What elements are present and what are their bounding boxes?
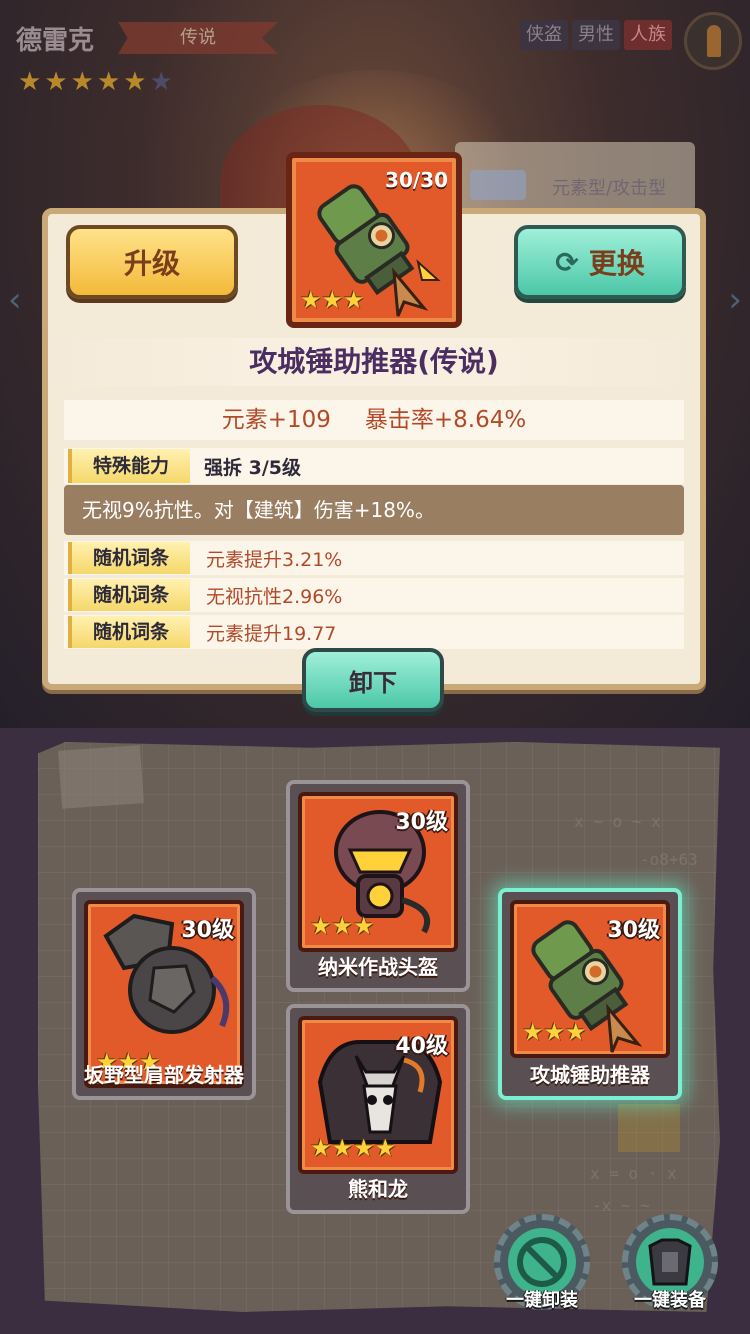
hero-rarity-ribbon: 传说 xyxy=(118,22,278,54)
equipment-card: 30级 ★ ★ ★ xyxy=(510,900,670,1058)
equipment-level: 40级 xyxy=(395,1034,448,1059)
special-ability-name: 强拆 3/5级 xyxy=(204,456,301,479)
random-affix-text: 元素提升19.77 xyxy=(206,622,337,645)
scribble-text: x = o · x xyxy=(590,1164,677,1183)
equipment-name: 攻城锤助推器 xyxy=(530,1063,650,1087)
random-affix-badge: 随机词条 xyxy=(68,616,190,648)
star-icon: ★ xyxy=(310,912,332,940)
item-title: 攻城锤助推器(传说) xyxy=(48,338,700,386)
refresh-icon: ⟳ xyxy=(555,245,579,279)
random-affix-text: 元素提升3.21% xyxy=(206,548,343,571)
prev-hero-arrow-icon[interactable]: ‹ xyxy=(8,280,22,320)
equip-all-label: 一键装备 xyxy=(634,1290,706,1311)
base-stats: 元素+109 暴击率+8.64% xyxy=(64,400,684,440)
equipment-star-rating: ★ ★ ★ xyxy=(310,914,375,938)
equipment-level: 30级 xyxy=(607,918,660,943)
special-ability-description: 无视9%抗性。对【建筑】伤害+18%。 xyxy=(64,485,684,535)
swap-button-label: 更换 xyxy=(588,247,645,280)
star-icon: ★ xyxy=(331,1134,354,1162)
equipment-slot-booster[interactable]: 30级 ★ ★ ★ 攻城锤助推器 xyxy=(498,888,682,1100)
equipment-name: 纳米作战头盔 xyxy=(318,955,438,979)
star-icon: ★ xyxy=(565,1018,587,1046)
equipment-star-rating: ★ ★ ★ ★ xyxy=(310,1136,396,1160)
stat-crit-rate: 暴击率+8.64% xyxy=(364,407,527,433)
random-affix-badge: 随机词条 xyxy=(68,542,190,574)
random-affix-text: 无视抗性2.96% xyxy=(206,585,343,608)
hero-type-text: 元素型/攻击型 xyxy=(552,178,667,199)
equipment-star-rating: ★ ★ ★ xyxy=(522,1020,587,1044)
unequip-all-button[interactable]: 一键卸装 xyxy=(494,1214,590,1311)
star-icon: ★ xyxy=(374,1134,397,1162)
hero-star-rating: ★ ★ ★ ★ ★ ★ xyxy=(18,68,173,96)
unequip-all-label: 一键卸装 xyxy=(506,1290,578,1311)
sticky-note xyxy=(618,1104,680,1152)
star-icon: ★ xyxy=(96,67,121,97)
upgrade-button[interactable]: 升级 xyxy=(66,225,238,299)
tag-class: 侠盗 xyxy=(520,20,568,50)
star-icon: ★ xyxy=(321,286,344,314)
sticky-note xyxy=(58,745,144,809)
equipment-card: 40级 ★ ★ ★ ★ xyxy=(298,1016,458,1174)
unequip-button-label: 卸下 xyxy=(349,668,397,697)
selected-item-card: 30/30 ★ ★ ★ xyxy=(286,152,462,328)
star-icon: ★ xyxy=(543,1018,566,1046)
equipment-slot-shoulder[interactable]: 30级 ★ ★ ★ 坂野型肩部发射器 xyxy=(72,888,256,1100)
hero-name: 德雷克 xyxy=(16,26,95,56)
scribble-text: -x ~ ~ xyxy=(592,1196,650,1215)
star-icon: ★ xyxy=(123,67,147,97)
star-icon: ★ xyxy=(149,67,173,97)
weapon-icon xyxy=(470,170,526,200)
equipment-slot-helmet[interactable]: 30级 ★ ★ ★ 纳米作战头盔 xyxy=(286,780,470,992)
star-icon: ★ xyxy=(353,912,375,940)
star-icon: ★ xyxy=(331,912,354,940)
item-level: 30/30 xyxy=(385,168,448,192)
swap-button[interactable]: ⟳ 更换 xyxy=(514,225,686,299)
equipment-name: 坂野型肩部发射器 xyxy=(84,1063,244,1087)
equipment-level: 30级 xyxy=(181,918,234,943)
special-ability-badge: 特殊能力 xyxy=(68,449,190,483)
equipment-level: 30级 xyxy=(395,810,448,835)
random-affix-badge: 随机词条 xyxy=(68,579,190,611)
star-icon: ★ xyxy=(18,67,42,97)
special-ability-row: 特殊能力 强拆 3/5级 xyxy=(64,448,684,484)
star-icon: ★ xyxy=(522,1018,544,1046)
star-icon: ★ xyxy=(353,1134,375,1162)
bullet-icon[interactable] xyxy=(684,12,742,70)
random-affix-row: 随机词条 元素提升3.21% xyxy=(64,541,684,575)
equipment-card: 30级 ★ ★ ★ xyxy=(298,792,458,952)
stat-element: 元素+109 xyxy=(221,407,331,433)
upgrade-button-label: 升级 xyxy=(123,247,180,280)
random-affix-row: 随机词条 无视抗性2.96% xyxy=(64,578,684,612)
star-icon: ★ xyxy=(70,67,94,97)
star-icon: ★ xyxy=(310,1134,332,1162)
tag-gender: 男性 xyxy=(572,20,620,50)
scribble-text: -o8+63 xyxy=(640,850,698,869)
equipment-name: 熊和龙 xyxy=(348,1177,408,1201)
item-star-rating: ★ ★ ★ xyxy=(300,288,365,312)
star-icon: ★ xyxy=(343,286,365,314)
star-icon: ★ xyxy=(300,286,322,314)
star-icon: ★ xyxy=(44,67,68,97)
equipment-slot-armor[interactable]: 40级 ★ ★ ★ ★ 熊和龙 xyxy=(286,1004,470,1214)
equip-all-button[interactable]: 一键装备 xyxy=(622,1214,718,1311)
hero-tags: 侠盗 男性 人族 xyxy=(520,20,672,50)
next-hero-arrow-icon[interactable]: › xyxy=(728,280,742,320)
scribble-text: x ~ o ~ x xyxy=(574,812,661,831)
tag-race: 人族 xyxy=(624,20,672,50)
random-affix-row: 随机词条 元素提升19.77 xyxy=(64,615,684,649)
unequip-button[interactable]: 卸下 xyxy=(302,648,444,712)
